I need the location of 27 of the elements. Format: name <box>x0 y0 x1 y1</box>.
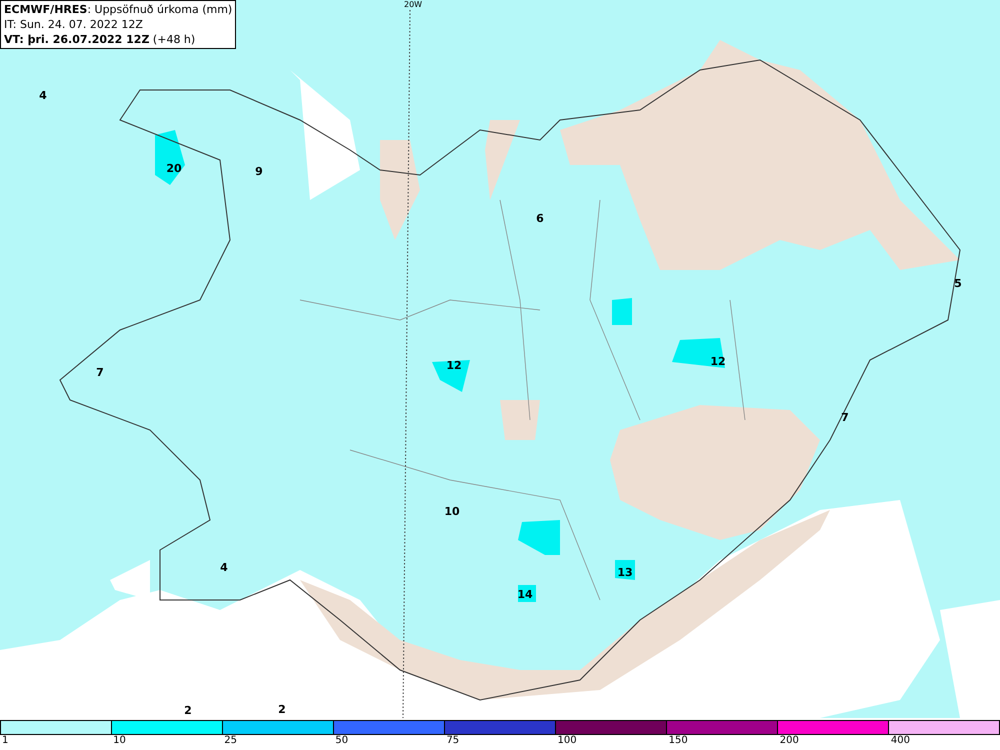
legend-tick-label: 1 <box>2 735 8 747</box>
precipitation-value-label: 12 <box>446 360 462 372</box>
precipitation-value-label: 2 <box>184 705 192 717</box>
legend-tick-label: 25 <box>224 735 237 747</box>
precipitation-value-label: 5 <box>954 278 962 290</box>
precipitation-value-label: 13 <box>617 567 633 579</box>
precipitation-value-label: 4 <box>220 562 228 574</box>
precipitation-value-label: 2 <box>278 704 286 716</box>
legend-tick-label: 400 <box>890 735 910 747</box>
header-line: VT: þri. 26.07.2022 12Z (+48 h) <box>4 32 196 47</box>
legend-tick-label: 10 <box>113 735 126 747</box>
legend-tick-label: 50 <box>335 735 348 747</box>
precipitation-value-label: 14 <box>517 589 533 601</box>
legend-tick-label: 100 <box>558 735 577 747</box>
precipitation-value-label: 7 <box>841 412 849 424</box>
precipitation-value-label: 4 <box>39 90 47 102</box>
header-line: IT: Sun. 24. 07. 2022 12Z <box>4 17 144 32</box>
legend-tick-label: 75 <box>446 735 460 747</box>
header-line: ECMWF/HRES: Uppsöfnuð úrkoma (mm) <box>4 2 232 17</box>
precipitation-value-label: 10 <box>444 506 460 518</box>
meridian-label: 20W <box>404 0 422 10</box>
precipitation-value-label: 9 <box>255 166 263 178</box>
legend-tick-label: 200 <box>780 735 799 747</box>
precipitation-value-label: 7 <box>96 367 104 379</box>
precipitation-value-label: 6 <box>536 213 544 225</box>
legend-tick-label: 150 <box>668 735 688 747</box>
precipitation-value-label: 20 <box>166 163 182 175</box>
